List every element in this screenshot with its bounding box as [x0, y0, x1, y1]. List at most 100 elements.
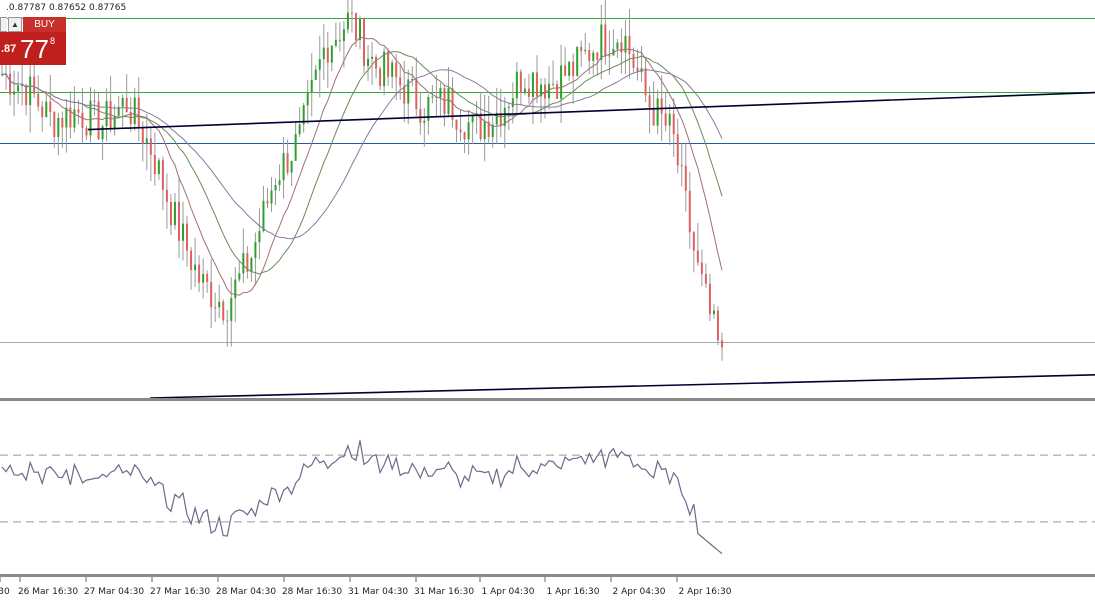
candle-body [592, 52, 595, 61]
candle-body [415, 78, 418, 110]
candle-body [660, 98, 663, 114]
rsi-line [1, 440, 723, 555]
candle-body [330, 45, 333, 63]
candle-body [190, 250, 193, 271]
candle-body [57, 117, 60, 137]
time-tick-label: 2 Apr 04:30 [613, 587, 666, 597]
candle-body [218, 301, 221, 308]
candle-body [716, 310, 719, 341]
candle-body [214, 307, 217, 309]
ma-mid [1, 51, 723, 275]
candle-body [234, 279, 237, 299]
candle-body [25, 85, 28, 106]
candle-body [459, 129, 462, 133]
candle-body [455, 119, 458, 130]
candle-body [576, 46, 579, 77]
candle-body [519, 71, 522, 93]
candle-body [101, 126, 104, 140]
candle-body [97, 101, 100, 140]
candle-body [704, 274, 707, 284]
candle-body [600, 24, 603, 60]
candle-body [61, 117, 64, 128]
candle-body [286, 153, 289, 173]
candle-body [29, 76, 32, 106]
time-tick-label: 28 Mar 04:30 [216, 587, 276, 597]
candle-body [620, 42, 623, 53]
candle-body [423, 120, 426, 123]
candle-body [294, 134, 297, 161]
candle-body [326, 47, 329, 63]
candle-body [41, 106, 44, 117]
candle-body [334, 39, 337, 46]
candle-body [9, 73, 12, 95]
candle-body [125, 97, 128, 112]
time-tick-label: 26 Mar 16:30 [18, 587, 78, 597]
candle-body [523, 88, 526, 93]
pane-separator [0, 398, 1095, 401]
candle-body [383, 51, 386, 87]
candle-body [278, 180, 281, 186]
candle-body [564, 65, 567, 76]
candle-body [664, 113, 667, 126]
candle-body [572, 61, 575, 77]
candle-body [712, 310, 715, 315]
candle-body [616, 42, 619, 49]
buy-price-pip: 8 [50, 36, 56, 46]
candle-body [375, 56, 378, 69]
candle-body [45, 101, 48, 117]
time-tick-label: 31 Mar 04:30 [348, 587, 408, 597]
candle-body [395, 62, 398, 78]
volume-selector[interactable] [0, 17, 7, 32]
buy-price-prefix: .87 [1, 43, 17, 55]
candle-body [580, 46, 583, 52]
candle-body [367, 58, 370, 66]
buy-price-big: 77 [20, 34, 49, 64]
volume-up-arrow-icon[interactable]: ▲ [8, 17, 22, 32]
time-tick-label: 1 Apr 04:30 [482, 587, 535, 597]
candle-body [672, 113, 675, 135]
candle-body [153, 154, 156, 175]
candle-body [137, 97, 140, 128]
candle-body [250, 258, 253, 272]
buy-button[interactable]: BUY [23, 17, 66, 32]
candle-body [346, 12, 349, 30]
candle-body [149, 138, 152, 155]
candle-body [133, 97, 136, 125]
one-click-trade-panel[interactable]: ▲ BUY .87 77 8 [0, 17, 66, 65]
candle-body [511, 98, 514, 107]
candle-body [93, 100, 96, 102]
candle-body [157, 160, 160, 175]
candle-body [399, 77, 402, 86]
time-tick-label: 31 Mar 16:30 [414, 587, 474, 597]
candle-body [161, 160, 164, 190]
candle-body [198, 264, 201, 283]
ma-fast [1, 36, 723, 296]
candle-body [169, 201, 172, 226]
candle-body [700, 262, 703, 275]
candle-body [483, 121, 486, 140]
candle-body [350, 12, 353, 14]
candle-body [177, 201, 180, 241]
buy-price[interactable]: .87 77 8 [0, 32, 66, 65]
candle-body [431, 96, 434, 98]
time-tick-label: 30 [0, 587, 10, 597]
time-axis: 30 26 Mar 16:30 27 Mar 04:30 27 Mar 16:30 28… [0, 574, 1095, 597]
candle-body [624, 35, 627, 53]
candle-body [270, 190, 273, 204]
ohlc-readout: .0.87787 0.87652 0.87765 [6, 3, 127, 13]
candle-body [604, 24, 607, 57]
candle-body [688, 190, 691, 233]
candle-body [310, 79, 313, 93]
candle-body [354, 13, 357, 41]
candle-body [419, 109, 422, 123]
time-tick-label: 27 Mar 16:30 [150, 587, 210, 597]
candle-body [439, 87, 442, 98]
time-tick-label: 27 Mar 04:30 [84, 587, 144, 597]
candle-body [584, 49, 587, 52]
candle-body [121, 97, 124, 107]
candle-body [49, 101, 52, 112]
candle-body [652, 107, 655, 126]
candle-body [608, 55, 611, 57]
candle-body [226, 320, 229, 322]
trendline-lower [149, 374, 1095, 399]
